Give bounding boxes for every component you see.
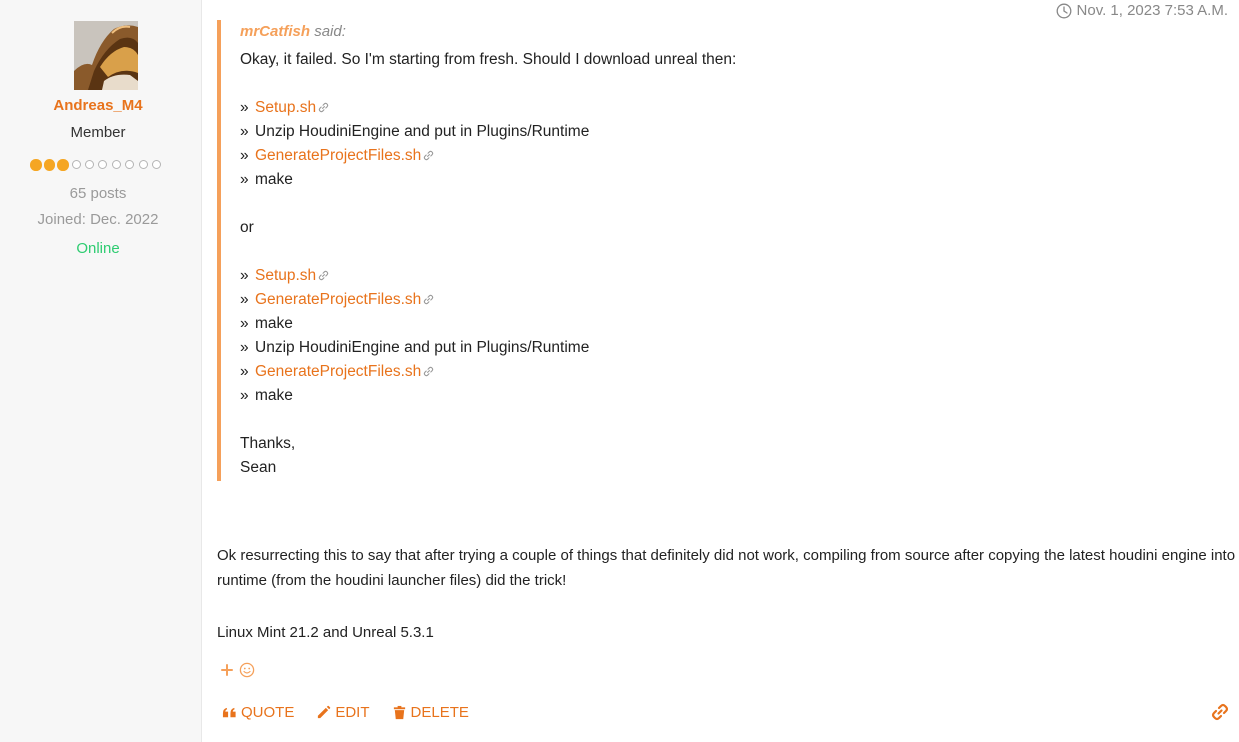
quote-list-item: » make	[240, 315, 293, 333]
bullet: »	[240, 387, 249, 404]
quote-or: or	[240, 219, 254, 236]
rank-dot-filled	[30, 159, 42, 171]
quote-list-item: » GenerateProjectFiles.sh	[240, 147, 434, 165]
quote-button-label: QUOTE	[241, 704, 295, 721]
delete-button-label: DELETE	[410, 704, 469, 721]
quote-list-text: make	[255, 315, 293, 332]
chain-link-icon	[318, 102, 329, 113]
quote-list-item: » Unzip HoudiniEngine and put in Plugins/…	[240, 123, 589, 141]
post-actions: QUOTE EDIT DELETE	[222, 704, 469, 721]
quote-list-item: » Setup.sh	[240, 267, 329, 285]
quote-list-text: make	[255, 171, 293, 188]
delete-button[interactable]: DELETE	[392, 704, 469, 721]
post-body-line: runtime (from the houdini launcher files…	[217, 572, 567, 589]
bullet: »	[240, 171, 249, 188]
quote-header: mrCatfish said:	[240, 23, 346, 40]
bullet: »	[240, 291, 249, 308]
quote-thanks: Thanks,	[240, 435, 296, 452]
bullet: »	[240, 363, 249, 380]
bullet: »	[240, 99, 249, 116]
quote-list-link[interactable]: GenerateProjectFiles.sh	[255, 291, 421, 308]
link-icon[interactable]	[1211, 703, 1229, 721]
bullet: »	[240, 147, 249, 164]
clock-icon	[1056, 3, 1071, 18]
bullet: »	[240, 123, 249, 140]
rank-dot-empty	[151, 160, 161, 169]
quote-said: said:	[314, 23, 346, 40]
plus-icon[interactable]	[219, 662, 235, 678]
quote-list-item: » make	[240, 387, 293, 405]
rank-dot-filled	[57, 159, 69, 171]
quote-signature: Sean	[240, 459, 277, 476]
quote-list-item: » make	[240, 171, 293, 189]
quote-block: mrCatfish said: Okay, it failed. So I'm …	[217, 20, 1117, 481]
chain-link-icon	[424, 294, 434, 305]
quote-icon	[222, 707, 236, 718]
post-timestamp[interactable]: Nov. 1, 2023 7:53 A.M.	[1056, 2, 1228, 19]
edit-button[interactable]: EDIT	[316, 704, 370, 721]
rank-dot-empty	[71, 160, 81, 169]
timestamp-text: Nov. 1, 2023 7:53 A.M.	[1076, 2, 1228, 19]
quote-list-link[interactable]: GenerateProjectFiles.sh	[255, 147, 421, 164]
rank-dot-empty	[98, 160, 108, 169]
quote-list-link[interactable]: GenerateProjectFiles.sh	[255, 363, 421, 380]
pencil-icon	[318, 705, 331, 719]
quote-button[interactable]: QUOTE	[222, 704, 294, 721]
quote-list-link[interactable]: Setup.sh	[255, 99, 316, 116]
reactions-bar	[219, 662, 255, 678]
avatar[interactable]	[74, 21, 138, 90]
author-online-status: Online	[76, 240, 120, 257]
author-name[interactable]: Andreas_M4	[0, 97, 196, 114]
bullet: »	[240, 267, 249, 284]
edit-button-label: EDIT	[335, 704, 370, 721]
quote-list-item: » GenerateProjectFiles.sh	[240, 291, 434, 309]
quote-list-text: Unzip HoudiniEngine and put in Plugins/R…	[255, 123, 590, 140]
chain-link-icon	[424, 150, 434, 161]
author-joined-date: Joined: Dec. 2022	[37, 211, 159, 228]
quote-list-text: make	[255, 387, 293, 404]
chain-link-icon	[424, 366, 434, 377]
rank-dot-filled	[43, 159, 55, 171]
rank-dot-empty	[138, 160, 148, 169]
smiley-icon[interactable]	[239, 662, 255, 678]
quote-list-item: » Setup.sh	[240, 99, 329, 117]
quote-intro: Okay, it failed. So I'm starting from fr…	[240, 51, 737, 68]
bullet: »	[240, 339, 249, 356]
rank-dots	[30, 159, 162, 173]
author-role: Member	[70, 124, 126, 141]
author-post-count: 65 posts	[69, 185, 127, 202]
rank-dot-empty	[125, 160, 135, 169]
chain-link-icon	[318, 270, 329, 281]
post-body-line: Ok resurrecting this to say that after t…	[217, 547, 1236, 564]
quote-list-item: » GenerateProjectFiles.sh	[240, 363, 434, 381]
quote-list-item: » Unzip HoudiniEngine and put in Plugins/…	[240, 339, 589, 357]
trash-icon	[393, 705, 405, 720]
post-body-line: Linux Mint 21.2 and Unreal 5.3.1	[217, 624, 434, 641]
author-sidebar: Andreas_M4 Member 65 posts Joined: Dec. …	[0, 0, 202, 742]
rank-dot-empty	[85, 160, 95, 169]
quote-list-text: Unzip HoudiniEngine and put in Plugins/R…	[255, 339, 590, 356]
quote-list-link[interactable]: Setup.sh	[255, 267, 316, 284]
rank-dot-empty	[111, 160, 121, 169]
bullet: »	[240, 315, 249, 332]
quote-author[interactable]: mrCatfish	[240, 23, 310, 40]
